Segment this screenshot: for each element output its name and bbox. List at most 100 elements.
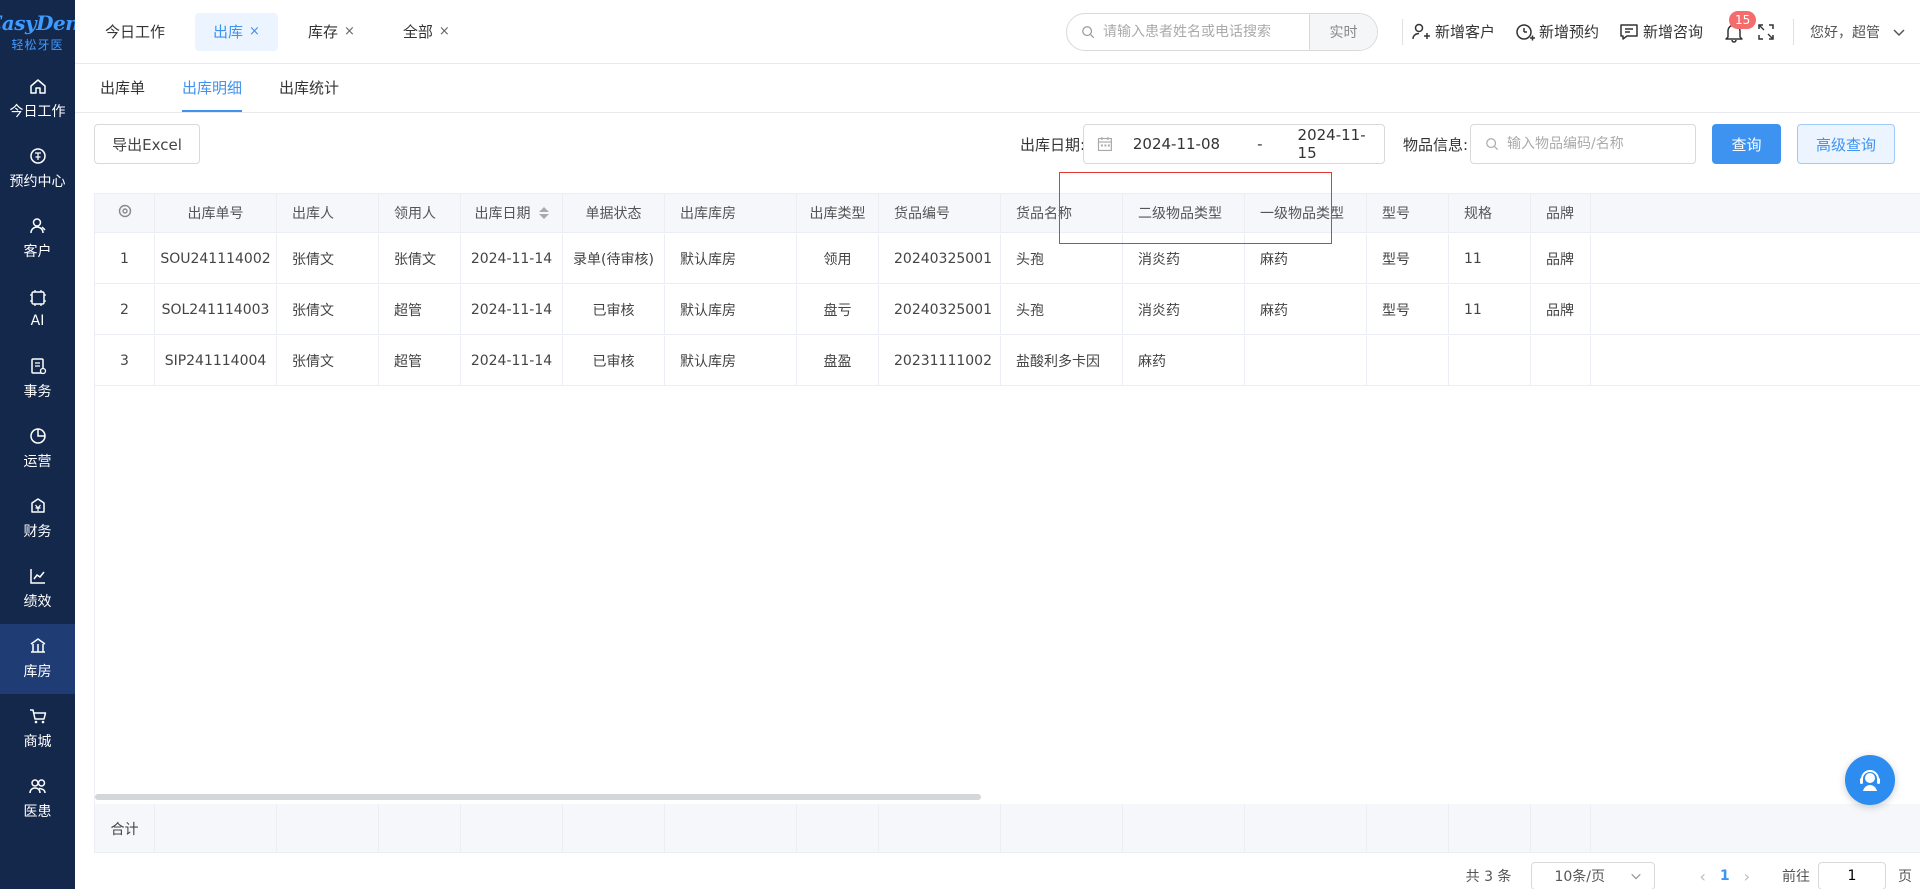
- logo-subtext: 轻松牙医: [11, 38, 64, 52]
- summary-cell: [1123, 804, 1245, 852]
- page-size-select[interactable]: 10条/页: [1531, 862, 1656, 889]
- table-cell: 麻药: [1123, 336, 1245, 385]
- header-tab-0[interactable]: 今日工作: [87, 13, 183, 51]
- customer-service-button[interactable]: [1845, 755, 1895, 805]
- sidebar-item-10[interactable]: 医患: [0, 764, 75, 834]
- column-header-label: 出库人: [292, 206, 334, 222]
- notification-button[interactable]: 15: [1723, 10, 1757, 43]
- top-header: 今日工作 出库 × 库存 × 全部 × 实时 新增客户 新增预约 新增咨询: [75, 0, 1920, 64]
- summary-cell: [1367, 804, 1449, 852]
- sidebar-item-7[interactable]: 绩效: [0, 554, 75, 624]
- add-appointment-button[interactable]: 新增预约: [1515, 21, 1599, 42]
- subtab-1[interactable]: 出库明细: [182, 63, 243, 112]
- table-cell: 录单(待审核): [563, 234, 665, 283]
- tab-label: 出库: [213, 23, 244, 41]
- logo-text: EasyDent: [0, 11, 75, 35]
- sidebar-item-9[interactable]: 商城: [0, 694, 75, 764]
- column-header-label: 出库库房: [680, 206, 736, 222]
- total-count: 共 3 条: [1465, 869, 1512, 885]
- sidebar-item-5[interactable]: 运营: [0, 414, 75, 484]
- close-icon[interactable]: ×: [249, 24, 260, 39]
- date-range-picker[interactable]: 2024-11-08 - 2024-11-15: [1083, 124, 1385, 164]
- date-start[interactable]: 2024-11-08: [1133, 135, 1232, 153]
- sidebar-item-2[interactable]: 客户: [0, 204, 75, 274]
- column-header-label: 出库类型: [809, 206, 866, 222]
- table-cell: 盐酸利多卡因: [1001, 336, 1123, 385]
- table-cell: 品牌: [1531, 285, 1591, 334]
- table-cell: 麻药: [1245, 234, 1367, 283]
- table-cell: 张倩文: [277, 336, 379, 385]
- advanced-query-button[interactable]: 高级查询: [1797, 124, 1895, 164]
- date-end[interactable]: 2024-11-15: [1298, 126, 1384, 162]
- table-row[interactable]: 3 SIP241114004 张倩文 超管 2024-11-14 已审核 默认库房 盘盈 202…: [95, 336, 1920, 386]
- table-row[interactable]: 1 SOU241114002 张倩文 张倩文 2024-11-14 录单(待审核) 默认库房…: [95, 234, 1920, 284]
- warehouse-icon: [29, 637, 47, 655]
- add-appointment-label: 新增预约: [1538, 23, 1599, 41]
- user-greeting[interactable]: 您好，超管: [1810, 22, 1880, 42]
- summary-cell: [879, 804, 1001, 852]
- header-tab-2[interactable]: 库存 ×: [290, 13, 373, 51]
- next-page-button[interactable]: ›: [1744, 867, 1750, 886]
- summary-label: 合计: [95, 804, 155, 852]
- logo[interactable]: EasyDent 轻松牙医: [0, 0, 75, 64]
- column-header-label: 出库日期: [474, 206, 531, 222]
- chevron-down-icon[interactable]: [1892, 25, 1906, 39]
- search-icon: [1486, 138, 1499, 151]
- table-cell: [1531, 336, 1591, 385]
- table-cell: SOU241114002: [155, 234, 277, 283]
- horizontal-scrollbar[interactable]: [95, 794, 981, 800]
- sidebar-item-8[interactable]: 库房: [0, 624, 75, 694]
- table-cell: 头孢: [1001, 285, 1123, 334]
- close-icon[interactable]: ×: [439, 24, 450, 39]
- chevron-down-icon: [1631, 873, 1642, 880]
- fullscreen-button[interactable]: [1757, 23, 1775, 41]
- realtime-button[interactable]: 实时: [1308, 13, 1377, 50]
- column-header: 型号: [1367, 194, 1449, 232]
- table-cell: 3: [95, 336, 155, 385]
- subtab-0[interactable]: 出库单: [100, 63, 145, 112]
- column-header-label: 型号: [1382, 206, 1410, 222]
- sidebar-item-3[interactable]: AI: [0, 274, 75, 344]
- close-icon[interactable]: ×: [344, 24, 355, 39]
- sidebar-item-1[interactable]: 预约中心: [0, 134, 75, 204]
- column-header[interactable]: 出库日期: [461, 194, 563, 232]
- add-customer-button[interactable]: 新增客户: [1411, 21, 1495, 42]
- doctor-patient-icon: [28, 777, 47, 795]
- sidebar-item-0[interactable]: 今日工作: [0, 64, 75, 134]
- table-cell: 11: [1449, 234, 1531, 283]
- column-header-label: 规格: [1464, 206, 1492, 222]
- finance-icon: [29, 497, 47, 515]
- summary-cell: [277, 804, 379, 852]
- outbound-detail-table: 出库单号 出库人 领用人 出库日期 单据状态 出库库房 出库类型 货品编号 货品名称 二级物品类型…: [94, 193, 1920, 853]
- query-button[interactable]: 查询: [1712, 124, 1781, 164]
- item-search-input[interactable]: [1507, 136, 1695, 152]
- patient-search-input[interactable]: [1102, 23, 1309, 40]
- table-cell: 麻药: [1245, 285, 1367, 334]
- column-header-label: 货品名称: [1016, 206, 1072, 222]
- table-cell: 型号: [1367, 234, 1449, 283]
- search-icon: [1082, 25, 1095, 38]
- summary-cell: [1531, 804, 1591, 852]
- subtab-2[interactable]: 出库统计: [279, 63, 339, 112]
- header-tab-1[interactable]: 出库 ×: [195, 12, 278, 51]
- sort-icon[interactable]: [538, 207, 549, 219]
- page-jump-input[interactable]: [1818, 862, 1886, 889]
- table-row[interactable]: 2 SOL241114003 张倩文 超管 2024-11-14 已审核 默认库房 盘亏 202…: [95, 285, 1920, 335]
- support-agent-icon: [1860, 770, 1880, 791]
- divider: [1793, 18, 1794, 45]
- column-settings[interactable]: [95, 194, 155, 232]
- sidebar-item-6[interactable]: 财务: [0, 484, 75, 554]
- content-panel: 导出Excel 出库日期: 2024-11-08 - 2024-11-15 物品…: [75, 113, 1920, 889]
- table-cell: [1245, 336, 1367, 385]
- table-cell: 2024-11-14: [461, 234, 563, 283]
- current-page[interactable]: 1: [1720, 868, 1730, 884]
- add-clock-icon: [1516, 23, 1535, 40]
- prev-page-button[interactable]: ‹: [1699, 867, 1705, 886]
- add-consult-button[interactable]: 新增咨询: [1619, 21, 1703, 42]
- sidebar-item-4[interactable]: 事务: [0, 344, 75, 414]
- export-excel-button[interactable]: 导出Excel: [94, 124, 200, 164]
- message-icon: [1620, 23, 1638, 40]
- table-cell: 11: [1449, 285, 1531, 334]
- header-tab-3[interactable]: 全部 ×: [385, 13, 468, 51]
- add-customer-label: 新增客户: [1434, 23, 1495, 41]
